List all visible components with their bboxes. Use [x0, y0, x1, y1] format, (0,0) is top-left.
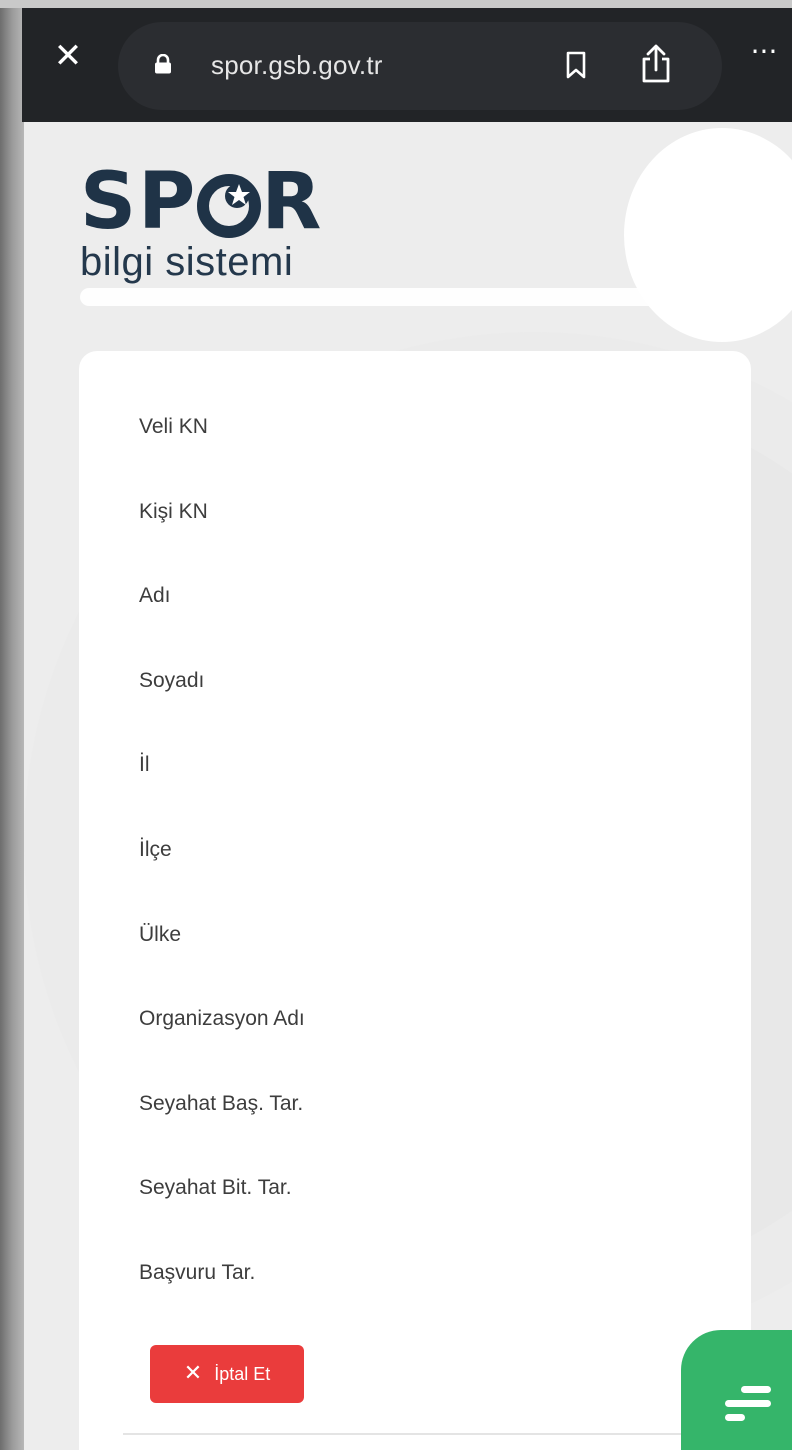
- field-label: Veli KN: [139, 415, 208, 438]
- url-text[interactable]: spor.gsb.gov.tr: [211, 47, 383, 83]
- lock-icon: [155, 54, 171, 74]
- divider: [123, 1433, 707, 1435]
- cancel-button[interactable]: ✕ İptal Et: [150, 1345, 304, 1403]
- logo-title: SP R: [80, 162, 323, 242]
- bookmark-icon[interactable]: [565, 50, 587, 80]
- spor-logo: SP R bilgi sistemi: [80, 162, 380, 292]
- background-top-edge: [0, 0, 792, 8]
- field-label: Soyadı: [139, 668, 205, 692]
- close-icon: ✕: [183, 1361, 203, 1386]
- field-label: Kişi KN: [139, 499, 208, 523]
- logo-title-part2: R: [261, 157, 324, 247]
- field-label: Ülke: [139, 922, 182, 946]
- more-icon[interactable]: ···: [744, 38, 784, 66]
- cancel-button-label: İptal Et: [214, 1364, 271, 1384]
- logo-title-part1: SP: [80, 157, 198, 247]
- details-card: Veli KN Kişi KN Adı Soyadı İl İlçe Ülke …: [79, 351, 751, 1450]
- menu-icon: [725, 1386, 771, 1421]
- field-list: Veli KN Kişi KN Adı Soyadı İl İlçe Ülke …: [139, 413, 305, 1344]
- field-label: Başvuru Tar.: [139, 1260, 256, 1284]
- field-label: Seyahat Bit. Tar.: [139, 1176, 292, 1200]
- background-edge: [0, 0, 24, 1450]
- background-disc: [624, 128, 792, 342]
- field-label: İlçe: [139, 837, 172, 861]
- share-icon[interactable]: [639, 44, 673, 84]
- field-label: Seyahat Baş. Tar.: [139, 1091, 304, 1115]
- field-label: Adı: [139, 584, 171, 608]
- logo-subtitle: bilgi sistemi: [80, 240, 294, 284]
- menu-button[interactable]: [681, 1330, 792, 1450]
- field-label: İl: [139, 753, 150, 777]
- field-label: Organizasyon Adı: [139, 1007, 305, 1031]
- browser-toolbar: ✕ spor.gsb.gov.tr ···: [22, 8, 792, 122]
- globe-star-icon: [197, 168, 262, 238]
- close-icon[interactable]: ✕: [52, 39, 84, 73]
- address-bar[interactable]: spor.gsb.gov.tr: [118, 22, 722, 110]
- page-content: SP R bilgi sistemi Veli KN Kişi KN Adı S…: [24, 122, 792, 1450]
